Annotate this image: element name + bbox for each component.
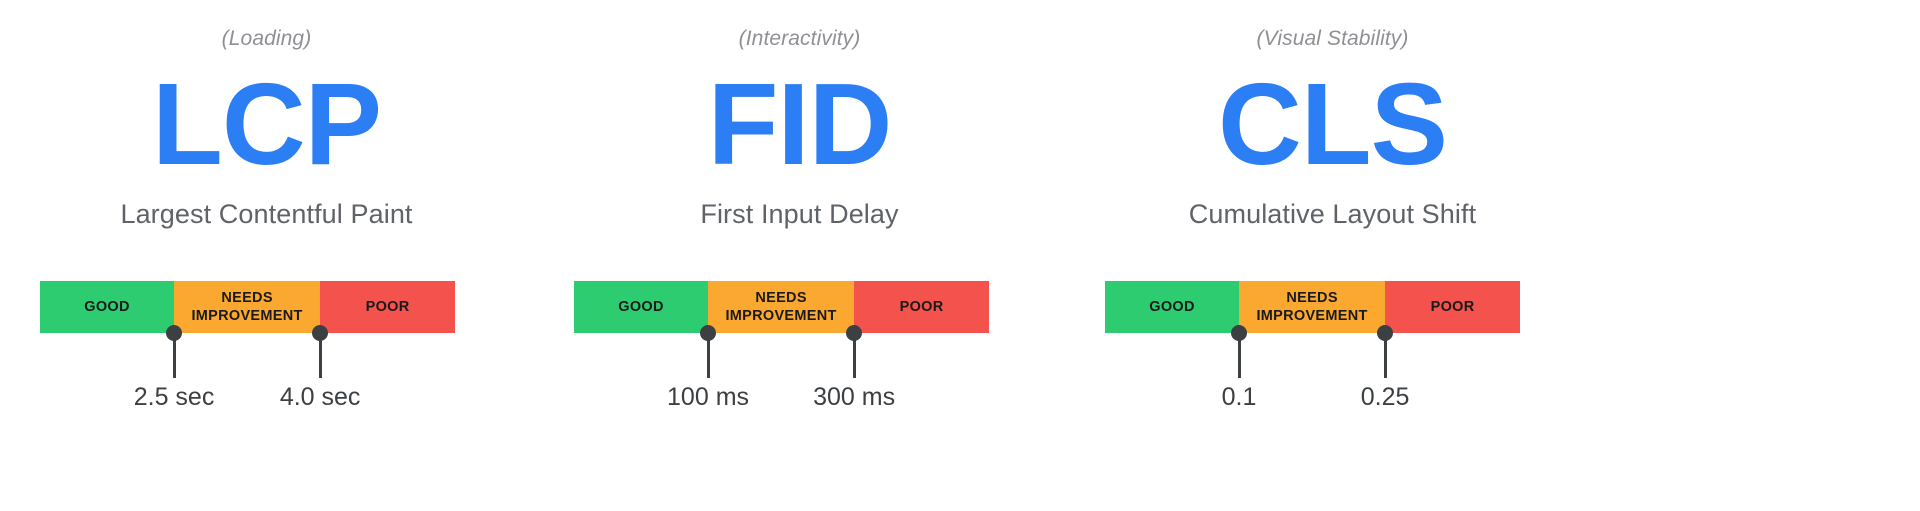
- metric-column-fid: (Interactivity) FID First Input Delay GO…: [533, 0, 1066, 511]
- metric-fullname: First Input Delay: [700, 199, 899, 229]
- marker-value: 300 ms: [813, 383, 896, 411]
- threshold-markers: 0.1 0.25: [1105, 281, 1520, 411]
- threshold-bar: GOOD NEEDS IMPROVEMENT POOR 100 ms 300 m…: [574, 281, 989, 411]
- marker-dot-icon: [846, 325, 863, 341]
- threshold-markers: 2.5 sec 4.0 sec: [40, 281, 455, 411]
- metric-acronym: LCP: [152, 59, 382, 189]
- metric-acronym: CLS: [1218, 59, 1448, 189]
- metric-column-lcp: (Loading) LCP Largest Contentful Paint G…: [0, 0, 533, 511]
- marker-dot-icon: [700, 325, 717, 341]
- marker-dot-icon: [1231, 325, 1248, 341]
- metric-fullname: Largest Contentful Paint: [120, 199, 413, 229]
- metric-category-label: (Loading): [221, 27, 312, 50]
- marker-dot-icon: [1377, 325, 1394, 341]
- metric-category-label: (Visual Stability): [1256, 27, 1409, 50]
- marker-value: 4.0 sec: [279, 383, 361, 411]
- marker-dot-icon: [312, 325, 329, 341]
- metric-column-cls: (Visual Stability) CLS Cumulative Layout…: [1066, 0, 1599, 511]
- metric-fullname: Cumulative Layout Shift: [1188, 199, 1477, 229]
- threshold-bar: GOOD NEEDS IMPROVEMENT POOR 0.1 0.25: [1105, 281, 1520, 411]
- metric-category-label: (Interactivity): [738, 27, 861, 50]
- threshold-bar: GOOD NEEDS IMPROVEMENT POOR 2.5 sec 4.0 …: [40, 281, 455, 411]
- core-web-vitals-board: (Loading) LCP Largest Contentful Paint G…: [0, 0, 1920, 511]
- marker-value: 0.25: [1360, 383, 1410, 411]
- metric-acronym: FID: [707, 59, 893, 189]
- marker-dot-icon: [166, 325, 183, 341]
- threshold-markers: 100 ms 300 ms: [574, 281, 989, 411]
